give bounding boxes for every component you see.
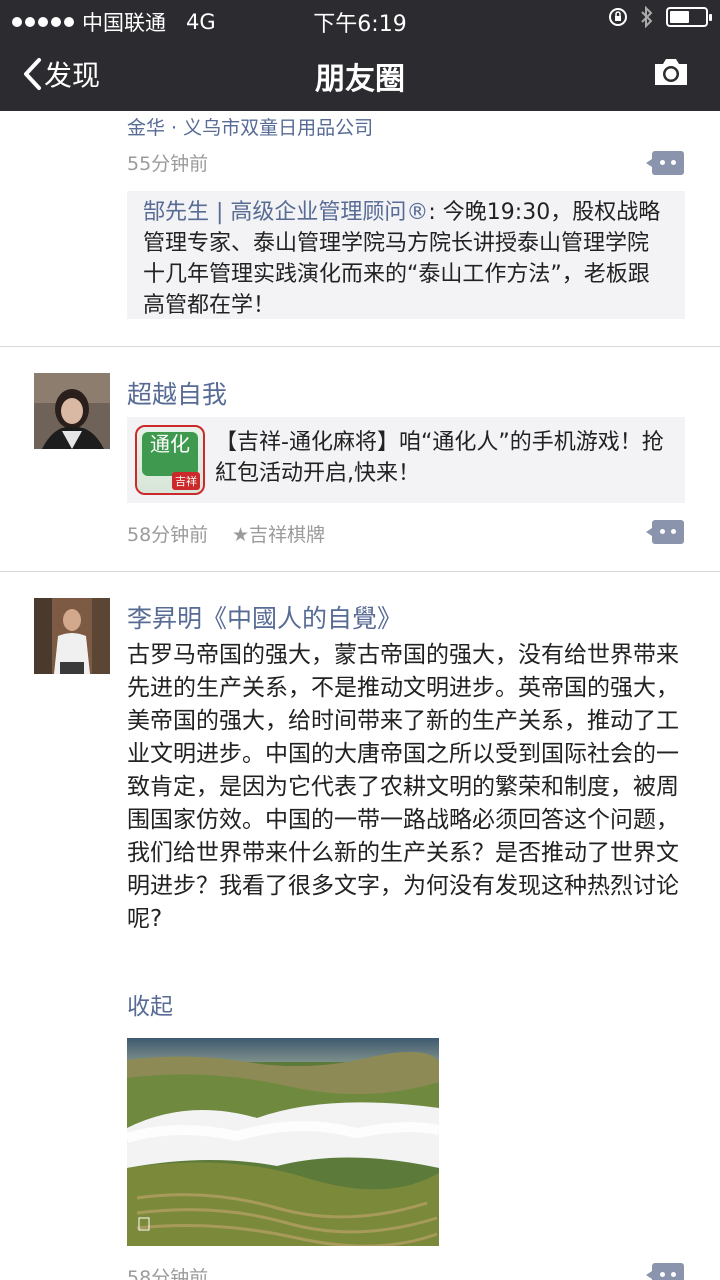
top-bar: 中国联通 4G 下午6:19 发现 朋友圈 xyxy=(0,0,720,111)
post-author-name[interactable]: 李昇明《中國人的自覺》 xyxy=(127,599,402,635)
post-time: 58分钟前 xyxy=(127,524,209,546)
mahjong-app-icon: 通化 吉祥 xyxy=(135,425,205,495)
camera-icon[interactable] xyxy=(652,56,690,88)
mahjong-tile-tag: 吉祥 xyxy=(172,472,200,490)
post-text: 古罗马帝国的强大，蒙古帝国的强大，没有给世界带来先进的生产关系，不是推动文明进步… xyxy=(127,642,679,932)
navigation-bar: 发现 朋友圈 xyxy=(0,38,720,111)
post-time: 58分钟前 xyxy=(127,1267,209,1280)
shared-link-card[interactable]: 通化 吉祥 【吉祥-通化麻将】咱“通化人”的手机游戏！抢紅包活动开启,快来！ xyxy=(127,417,685,503)
post-time: 55分钟前 xyxy=(127,153,209,175)
comment-menu-button[interactable] xyxy=(646,520,684,544)
battery-icon xyxy=(666,7,712,27)
orientation-lock-icon xyxy=(609,8,627,26)
post-photo[interactable] xyxy=(127,1038,439,1246)
moments-feed[interactable]: 金华 · 义乌市双童日用品公司 55分钟前 郜先生 | 高级企业管理顾问®: 今… xyxy=(0,111,720,1280)
post-divider xyxy=(0,346,720,347)
post-source[interactable]: ★吉祥棋牌 xyxy=(232,520,325,547)
collapse-link[interactable]: 收起 xyxy=(127,987,173,1021)
bluetooth-icon xyxy=(641,6,653,28)
post-author-name[interactable]: 超越自我 xyxy=(127,375,227,411)
comment-menu-button[interactable] xyxy=(646,1263,684,1280)
avatar[interactable] xyxy=(34,373,110,449)
comment-author[interactable]: 郜先生 | 高级企业管理顾问® xyxy=(143,200,428,225)
comment-menu-button[interactable] xyxy=(646,151,684,175)
post-location[interactable]: 金华 · 义乌市双童日用品公司 xyxy=(127,113,373,140)
status-bar: 中国联通 4G 下午6:19 xyxy=(0,0,720,38)
mahjong-tile-label: 通化 xyxy=(142,432,198,476)
page-title: 朋友圈 xyxy=(315,62,405,97)
post-divider xyxy=(0,571,720,572)
shared-link-title: 【吉祥-通化麻将】咱“通化人”的手机游戏！抢紅包活动开启,快来！ xyxy=(215,430,664,486)
comment-item[interactable]: 郜先生 | 高级企业管理顾问®: 今晚19:30，股权战略管理专家、泰山管理学院… xyxy=(127,191,685,319)
avatar[interactable] xyxy=(34,598,110,674)
